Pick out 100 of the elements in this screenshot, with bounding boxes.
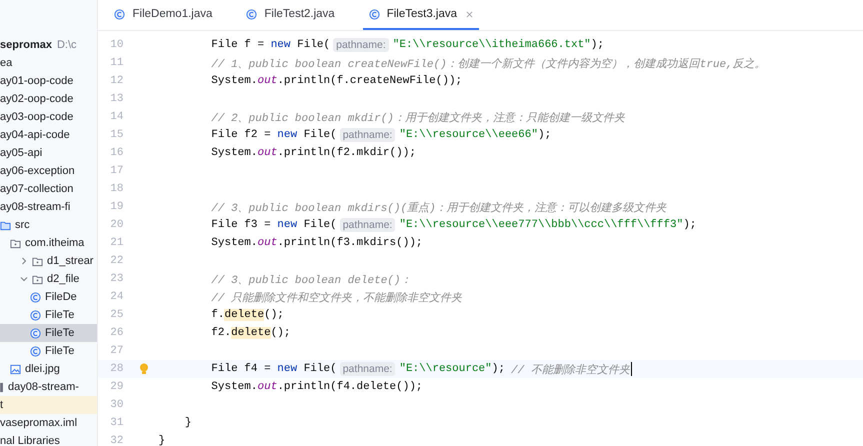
code-text: );	[683, 219, 696, 231]
line-number: 22	[109, 255, 124, 267]
parameter-hint: pathname:	[340, 218, 396, 232]
chevron-icon[interactable]	[20, 275, 28, 283]
code-text: f2.	[211, 327, 232, 339]
tree-item[interactable]: vasepromax.iml	[0, 414, 98, 432]
line-number: 11	[109, 57, 124, 69]
code-comment: // 1、public boolean createNewFile()：创建一个新文件（文件内容为空），创建成功返回true,反之。	[211, 56, 766, 70]
chevron-icon[interactable]	[20, 257, 28, 265]
parameter-hint: pathname:	[340, 362, 396, 376]
line-number: 26	[109, 327, 124, 339]
folder-icon	[32, 256, 43, 266]
line-number: 24	[109, 291, 124, 303]
class-icon	[30, 346, 41, 356]
tree-item[interactable]: src	[0, 216, 98, 234]
image-icon	[10, 364, 21, 374]
tree-item[interactable]: dlei.jpg	[0, 360, 98, 378]
code-text: }	[158, 435, 166, 446]
code-comment: // 不能删除非空文件夹	[510, 362, 630, 376]
parameter-hint: pathname:	[333, 38, 389, 52]
code-text: System.	[211, 147, 258, 159]
tree-item[interactable]: d2_file	[0, 270, 98, 288]
line-number: 23	[109, 273, 124, 285]
tree-item[interactable]: t	[0, 396, 98, 414]
code-text: File(	[296, 39, 330, 51]
tree-item[interactable]: FileTe	[0, 306, 98, 324]
keyword: new	[270, 39, 291, 51]
class-icon	[30, 328, 41, 338]
line-number: 28	[109, 363, 124, 375]
tree-item[interactable]: d1_strear	[0, 252, 98, 270]
tree-item[interactable]: com.itheima	[0, 234, 98, 252]
code-comment: // 3、public boolean mkdirs()(重点)：用于创建文件夹，注意：可以创建多级文件夹	[211, 200, 667, 214]
close-icon[interactable]	[466, 10, 474, 18]
method-name: delete	[231, 327, 271, 339]
tree-item[interactable]: ay08-stream-fi	[0, 198, 98, 216]
editor-tab[interactable]: FileTest2.java	[240, 0, 341, 30]
code-comment: // 只能删除文件和空文件夹，不能删除非空文件夹	[211, 290, 462, 304]
code-text: System.	[211, 75, 258, 87]
tree-item[interactable]: FileTe	[0, 342, 98, 360]
code-text: ();	[264, 309, 284, 321]
code-text: );	[538, 129, 552, 141]
line-number: 18	[109, 183, 124, 195]
code-text: );	[492, 363, 505, 375]
editor-tab[interactable]: FileDemo1.java	[108, 0, 218, 30]
code-text: );	[590, 39, 604, 51]
code-comment: // 2、public boolean mkdir()：用于创建文件夹，注意：只能创建一级文件夹	[211, 110, 625, 124]
line-number: 27	[109, 345, 124, 357]
method-name: delete	[224, 309, 264, 321]
line-number: 16	[109, 147, 124, 159]
string-literal: "E:\\resource\\eee777\\bbb\\ccc\\fff\\fff3"	[399, 219, 684, 231]
class-icon	[246, 8, 258, 20]
class-icon	[30, 292, 41, 302]
tree-item[interactable]: ay03-oop-code	[0, 108, 98, 126]
field-name: out	[258, 75, 278, 87]
tree-item[interactable]: ay04-api-code	[0, 126, 98, 144]
line-number: 13	[109, 93, 124, 105]
line-number: 10	[109, 39, 124, 51]
tree-item[interactable]: day08-stream-	[0, 378, 98, 396]
code-text: File f3 =	[211, 219, 272, 231]
folder-icon	[10, 238, 21, 248]
code-comment: // 3、public boolean delete()：	[211, 274, 412, 286]
code-text: .println(f2.mkdir());	[277, 147, 416, 159]
line-number: 14	[109, 111, 124, 123]
tree-item[interactable]: FileDe	[0, 288, 98, 306]
code-text: ();	[270, 327, 291, 339]
tree-item[interactable]: ay06-exception	[0, 162, 98, 180]
field-name: out	[258, 147, 278, 159]
field-name: out	[258, 237, 278, 249]
code-text: File f2 =	[211, 129, 272, 141]
line-number: 30	[109, 399, 124, 411]
line-number: 21	[109, 237, 124, 249]
tree-item[interactable]: ay05-api	[0, 144, 98, 162]
folder-icon	[0, 220, 11, 230]
code-text: }	[184, 417, 192, 429]
code-text: System.	[211, 381, 258, 393]
keyword: new	[277, 129, 298, 141]
line-number: 12	[109, 75, 124, 87]
line-number: 32	[109, 435, 124, 446]
project-path: D:\c	[56, 39, 77, 51]
parameter-hint: pathname:	[340, 128, 396, 142]
code-text: File(	[302, 219, 337, 231]
code-text: File f =	[211, 39, 266, 51]
tree-item[interactable]: FileTe	[0, 324, 98, 342]
tree-item[interactable]: ay07-collection	[0, 180, 98, 198]
line-number: 15	[109, 129, 124, 141]
tree-item[interactable]: nal Libraries	[0, 432, 98, 446]
code-text: File(	[302, 363, 337, 375]
string-literal: "E:\\resource\\eee66"	[399, 129, 538, 141]
tree-item[interactable]: ay01-oop-code	[0, 72, 98, 90]
tree-item[interactable]: ay02-oop-code	[0, 90, 98, 108]
line-number: 31	[109, 417, 124, 429]
editor-tab[interactable]: FileTest3.java	[362, 0, 480, 30]
code-text: .println(f.createNewFile());	[277, 75, 462, 87]
code-text: System.	[211, 237, 258, 249]
line-number: 20	[109, 219, 124, 231]
line-number: 29	[109, 381, 124, 393]
keyword: new	[277, 363, 298, 375]
string-literal: "E:\\resource"	[399, 363, 492, 375]
tree-item[interactable]: ea	[0, 54, 98, 72]
tree-item[interactable]: sepromax D:\c	[0, 36, 98, 54]
